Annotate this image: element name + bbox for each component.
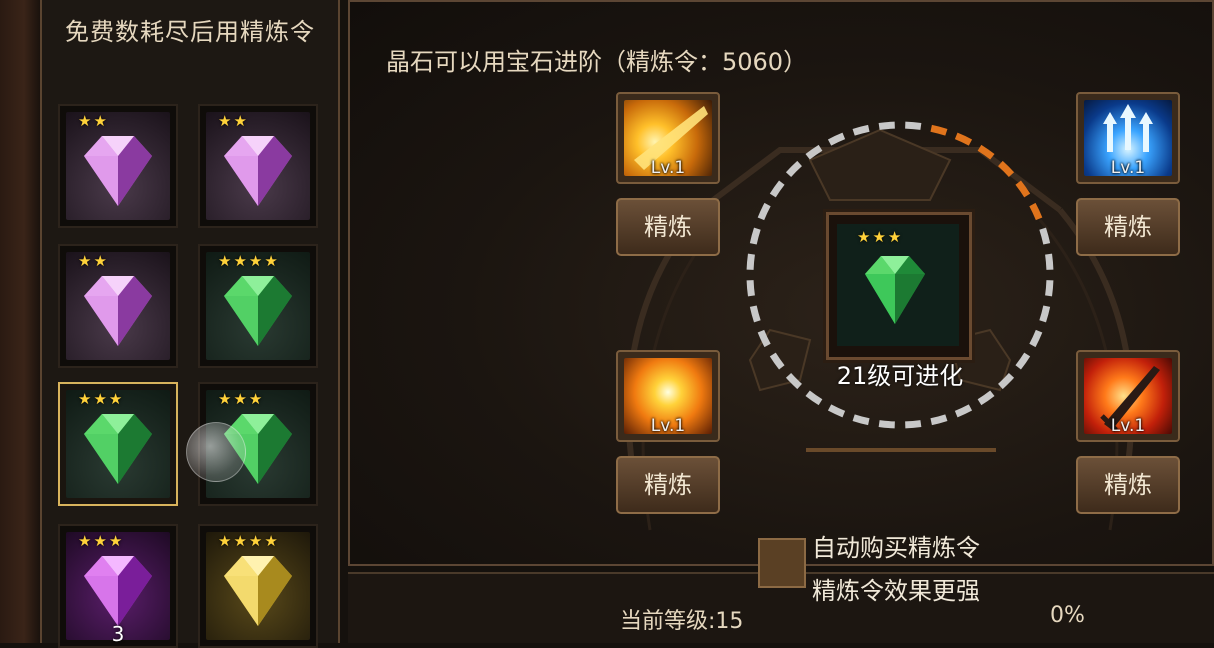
gem-stars: ★★★★: [218, 532, 280, 550]
touch-indicator: [186, 422, 246, 482]
gem-slot[interactable]: ★★: [198, 104, 318, 228]
gem-stars: ★★: [78, 112, 109, 130]
ring-segment: [746, 253, 755, 270]
purple-cluster-gem-icon: [84, 556, 152, 626]
ring-segment: [1029, 202, 1043, 221]
ring-segment: [905, 420, 922, 429]
ring-segment: [805, 390, 823, 406]
ring-segment: [749, 227, 761, 245]
auto-buy-label: 自动购买精炼令: [812, 534, 980, 562]
ring-segment: [805, 144, 823, 160]
ring-segment: [1045, 253, 1054, 270]
gem-slot[interactable]: ★★★ 3: [58, 524, 178, 648]
gem-stars: ★★: [218, 112, 249, 130]
skill-slot-bottom-right: Lv.1 精炼: [1076, 350, 1180, 516]
skill-frame[interactable]: Lv.1: [616, 350, 720, 442]
evolve-level-text: 21级可进化: [836, 362, 964, 390]
center-gem-stars: ★★★: [857, 228, 904, 246]
ring-segment: [769, 180, 785, 198]
auto-buy-checkbox[interactable]: [758, 538, 806, 588]
auto-buy-hint: 精炼令效果更强: [812, 577, 980, 605]
ring-segment: [1039, 227, 1051, 245]
gem-slot[interactable]: ★★: [58, 244, 178, 368]
gem-stars: ★★★★: [218, 252, 280, 270]
ring-segment: [954, 404, 973, 418]
gem-stars: ★★★: [218, 390, 265, 408]
gem-slot[interactable]: ★★: [58, 104, 178, 228]
purple-gem-icon: [84, 276, 152, 346]
skill-slot-top-right: Lv.1 精炼: [1076, 92, 1180, 258]
ring-segment: [852, 124, 870, 136]
ring-segment: [1039, 305, 1051, 323]
progress-percent: 0%: [1050, 603, 1085, 628]
gem-panel-title: 免费数耗尽后用精炼令: [65, 18, 315, 46]
ring-segment: [757, 202, 771, 221]
ring-segment: [1045, 280, 1054, 297]
ring-segment: [998, 160, 1015, 177]
ring-segment: [746, 280, 755, 297]
skill-level: Lv.1: [650, 158, 686, 178]
ring-segment: [785, 160, 802, 177]
ring-segment: [785, 373, 802, 390]
green-gem-icon: [84, 414, 152, 484]
ring-segment: [1015, 180, 1031, 198]
purple-gem-icon: [84, 136, 152, 206]
refine-button[interactable]: 精炼: [1076, 198, 1180, 256]
ring-segment: [977, 144, 995, 160]
ring-segment: [878, 420, 895, 429]
green-gem-icon: [865, 256, 925, 324]
skill-level: Lv.1: [650, 416, 686, 436]
ring-segment: [827, 132, 846, 146]
ring-segment: [827, 404, 846, 418]
gem-stars: ★★★: [78, 390, 125, 408]
gem-slot[interactable]: ★★★★: [198, 244, 318, 368]
skill-slot-bottom-left: Lv.1 精炼: [616, 350, 720, 516]
ring-segment: [769, 352, 785, 370]
background-strip: [0, 0, 40, 643]
refine-button[interactable]: 精炼: [616, 456, 720, 514]
ring-segment: [1015, 352, 1031, 370]
gem-stars: ★★: [78, 252, 109, 270]
skill-level: Lv.1: [1110, 158, 1146, 178]
refine-button[interactable]: 精炼: [616, 198, 720, 256]
current-level: 当前等级:15: [620, 609, 744, 634]
skill-slot-top-left: Lv.1 精炼: [616, 92, 720, 258]
ring-segment: [1029, 329, 1043, 348]
refine-title: 晶石可以用宝石进阶（精炼令：5060）: [386, 48, 808, 76]
center-gem-slot[interactable]: ★★★: [837, 224, 959, 346]
gem-slot[interactable]: ★★★: [58, 382, 178, 506]
refine-button[interactable]: 精炼: [1076, 456, 1180, 514]
ring-segment: [757, 329, 771, 348]
ring-segment: [930, 414, 948, 426]
ring-segment: [905, 121, 922, 130]
green-gem-icon: [224, 276, 292, 346]
gem-count: 3: [111, 622, 125, 646]
ring-segment: [954, 132, 973, 146]
gem-stars: ★★★: [78, 532, 125, 550]
gold-cluster-gem-icon: [224, 556, 292, 626]
ring-segment: [749, 305, 761, 323]
gem-slot[interactable]: ★★★★: [198, 524, 318, 648]
skill-frame[interactable]: Lv.1: [1076, 350, 1180, 442]
divider: [806, 448, 996, 452]
ring-segment: [852, 414, 870, 426]
ring-segment: [998, 373, 1015, 390]
purple-gem-icon: [224, 136, 292, 206]
ring-segment: [878, 121, 895, 130]
skill-level: Lv.1: [1110, 416, 1146, 436]
skill-frame[interactable]: Lv.1: [1076, 92, 1180, 184]
ring-segment: [977, 390, 995, 406]
ring-segment: [930, 124, 948, 136]
skill-frame[interactable]: Lv.1: [616, 92, 720, 184]
